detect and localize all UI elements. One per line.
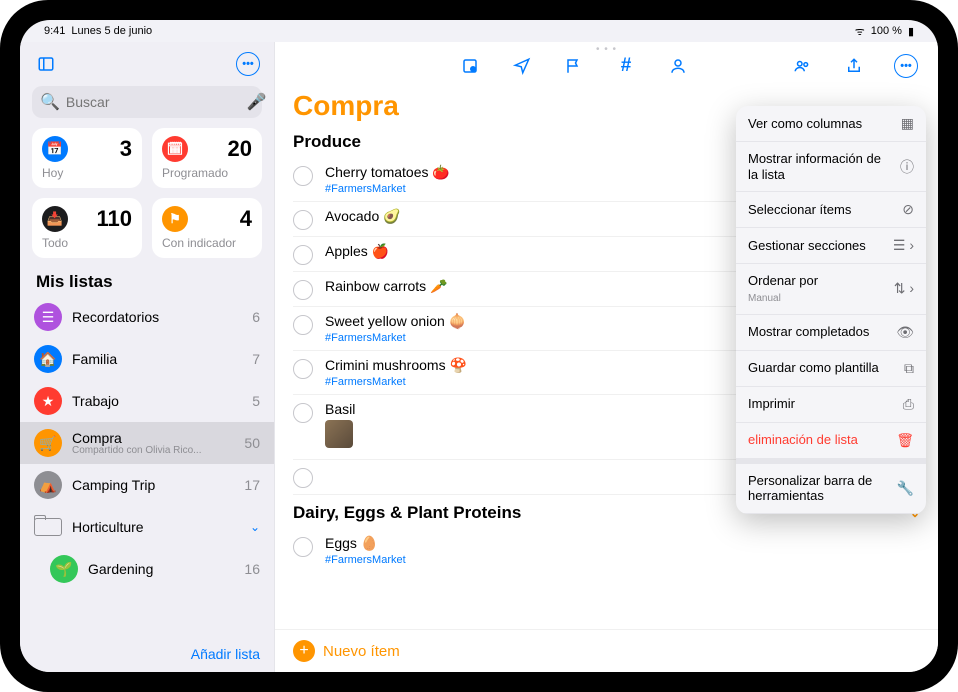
main-content: • • • # ••• Compra Produce Cherry tomato… [275, 42, 938, 672]
flag-button[interactable] [560, 52, 588, 80]
more-menu-popover: Ver como columnas▦ Mostrar información d… [736, 106, 926, 514]
new-reminder-button[interactable]: + Nuevo ítem [275, 629, 938, 672]
smart-today[interactable]: 📅3 Hoy [32, 128, 142, 188]
assign-button[interactable] [664, 52, 692, 80]
list-family[interactable]: 🏠 Familia 7 [20, 338, 274, 380]
menu-select-items[interactable]: Seleccionar ítems⊘ [736, 192, 926, 228]
complete-toggle[interactable] [293, 359, 313, 379]
location-button[interactable] [508, 52, 536, 80]
tag-button[interactable]: # [612, 52, 640, 80]
complete-toggle[interactable] [293, 468, 313, 488]
cart-icon: 🛒 [34, 429, 62, 457]
info-icon: ⓘ [900, 157, 914, 177]
template-button[interactable] [456, 52, 484, 80]
sidebar: ••• 🔍 🎤 📅3 Hoy 🗓20 Programado 📥110 T [20, 42, 275, 672]
smart-scheduled[interactable]: 🗓20 Programado [152, 128, 262, 188]
menu-manage-sections[interactable]: Gestionar secciones☰ › [736, 228, 926, 264]
complete-toggle[interactable] [293, 280, 313, 300]
leaf-icon: 🌱 [50, 555, 78, 583]
menu-sort-by[interactable]: Ordenar porManual⇅ › [736, 264, 926, 315]
template-icon: ⧉ [904, 360, 914, 377]
menu-print[interactable]: Imprimir⎙ [736, 387, 926, 423]
more-button[interactable]: ••• [234, 50, 262, 78]
list-shopping[interactable]: 🛒 Compra Compartido con Olivia Rico... 5… [20, 422, 274, 464]
menu-show-info[interactable]: Mostrar información de la listaⓘ [736, 142, 926, 192]
complete-toggle[interactable] [293, 315, 313, 335]
smart-flagged[interactable]: ⚑4 Con indicador [152, 198, 262, 258]
search-field[interactable]: 🔍 🎤 [32, 86, 262, 118]
toggle-sidebar-button[interactable] [32, 50, 60, 78]
list-work[interactable]: ★ Trabajo 5 [20, 380, 274, 422]
smart-all[interactable]: 📥110 Todo [32, 198, 142, 258]
folder-icon [34, 518, 62, 536]
add-list-button[interactable]: Añadir lista [20, 636, 274, 672]
status-date: Lunes 5 de junio [71, 25, 152, 37]
share-button[interactable] [840, 52, 868, 80]
complete-toggle[interactable] [293, 166, 313, 186]
menu-delete-list[interactable]: eliminación de lista🗑 [736, 423, 926, 459]
menu-show-completed[interactable]: Mostrar completados👁 [736, 315, 926, 351]
columns-icon: ▦ [901, 115, 914, 132]
collaborate-button[interactable] [788, 52, 816, 80]
house-icon: 🏠 [34, 345, 62, 373]
mic-icon[interactable]: 🎤 [247, 92, 267, 112]
printer-icon: ⎙ [903, 396, 914, 413]
wrench-icon: 🔧 [897, 480, 914, 497]
eye-icon: 👁 [896, 324, 914, 341]
list-icon: ☰ [34, 303, 62, 331]
list-icon: ☰ › [893, 237, 914, 254]
battery-label: 100 % [871, 25, 902, 37]
complete-toggle[interactable] [293, 210, 313, 230]
more-menu-button[interactable]: ••• [892, 52, 920, 80]
list-gardening[interactable]: 🌱 Gardening 16 [20, 548, 274, 590]
search-icon: 🔍 [40, 92, 60, 112]
drag-handle-icon[interactable]: • • • [596, 44, 617, 55]
chevron-down-icon[interactable]: ⌄ [250, 520, 260, 534]
wifi-icon: ᯤ [855, 24, 865, 39]
list-reminders[interactable]: ☰ Recordatorios 6 [20, 296, 274, 338]
sort-icon: ⇅ › [894, 280, 914, 297]
complete-toggle[interactable] [293, 403, 313, 423]
search-input[interactable] [66, 94, 247, 110]
list-camping[interactable]: ⛺ Camping Trip 17 [20, 464, 274, 506]
battery-icon: ▮ [908, 25, 914, 38]
checkmark-icon: ⊘ [902, 201, 914, 218]
complete-toggle[interactable] [293, 537, 313, 557]
menu-customize-toolbar[interactable]: Personalizar barra de herramientas🔧 [736, 464, 926, 514]
tent-icon: ⛺ [34, 471, 62, 499]
star-icon: ★ [34, 387, 62, 415]
folder-horticulture[interactable]: Horticulture ⌄ [20, 506, 274, 548]
menu-save-template[interactable]: Guardar como plantilla⧉ [736, 351, 926, 387]
reminder-row[interactable]: Eggs 🥚#FarmersMarket [293, 529, 920, 572]
attachment-thumbnail[interactable] [325, 420, 353, 448]
status-bar: 9:41 Lunes 5 de junio ᯤ 100 % ▮ [20, 20, 938, 42]
trash-icon: 🗑 [896, 432, 914, 449]
menu-view-columns[interactable]: Ver como columnas▦ [736, 106, 926, 142]
my-lists-header: Mis listas [20, 258, 274, 296]
complete-toggle[interactable] [293, 245, 313, 265]
plus-icon: + [293, 640, 315, 662]
status-time: 9:41 [44, 25, 65, 37]
